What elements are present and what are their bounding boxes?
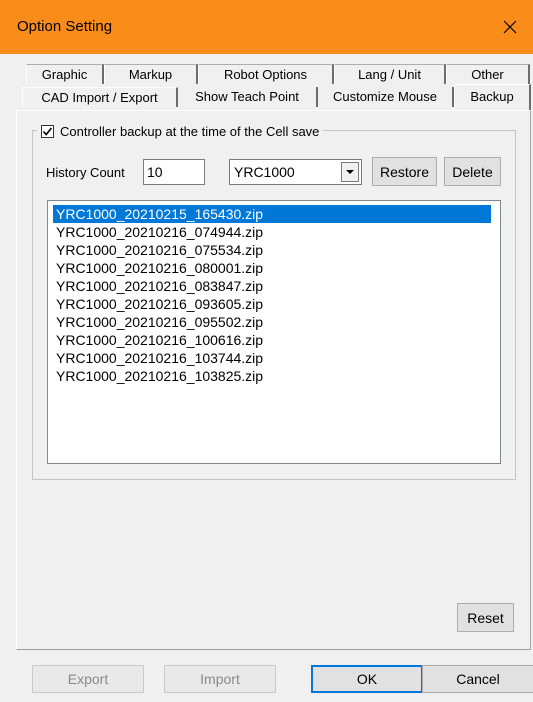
controller-select[interactable]: YRC1000 bbox=[229, 159, 362, 185]
controller-select-value: YRC1000 bbox=[234, 164, 295, 180]
list-item[interactable]: YRC1000_20210216_093605.zip bbox=[53, 295, 491, 313]
tab-markup[interactable]: Markup bbox=[104, 64, 198, 84]
tab-cad-import-export[interactable]: CAD Import / Export bbox=[22, 87, 178, 107]
reset-button[interactable]: Reset bbox=[457, 603, 514, 632]
controller-backup-checkbox-row[interactable]: Controller backup at the time of the Cel… bbox=[37, 122, 324, 140]
list-item[interactable]: YRC1000_20210216_083847.zip bbox=[53, 277, 491, 295]
close-button[interactable] bbox=[487, 0, 533, 54]
restore-button[interactable]: Restore bbox=[372, 157, 437, 186]
title-bar: Option Setting bbox=[0, 0, 533, 54]
close-icon bbox=[503, 20, 517, 34]
tab-customize-mouse[interactable]: Customize Mouse bbox=[318, 87, 454, 107]
checkmark-icon bbox=[42, 126, 53, 136]
ok-button[interactable]: OK bbox=[311, 665, 423, 693]
tab-other[interactable]: Other bbox=[446, 64, 530, 84]
tab-lang-unit[interactable]: Lang / Unit bbox=[334, 64, 446, 84]
list-item[interactable]: YRC1000_20210216_075534.zip bbox=[53, 241, 491, 259]
controller-backup-checkbox[interactable] bbox=[41, 124, 54, 138]
list-item[interactable]: YRC1000_20210215_165430.zip bbox=[53, 205, 491, 223]
tab-backup[interactable]: Backup bbox=[454, 84, 531, 110]
chevron-down-icon bbox=[346, 170, 354, 174]
window-title: Option Setting bbox=[17, 18, 113, 35]
list-item[interactable]: YRC1000_20210216_080001.zip bbox=[53, 259, 491, 277]
history-count-label: History Count bbox=[46, 165, 125, 180]
cancel-button[interactable]: Cancel bbox=[422, 665, 533, 693]
delete-button[interactable]: Delete bbox=[444, 157, 501, 186]
controller-backup-label: Controller backup at the time of the Cel… bbox=[60, 123, 320, 139]
list-item[interactable]: YRC1000_20210216_103825.zip bbox=[53, 367, 491, 385]
list-item[interactable]: YRC1000_20210216_095502.zip bbox=[53, 313, 491, 331]
backup-file-list[interactable]: YRC1000_20210215_165430.zip YRC1000_20210… bbox=[47, 200, 501, 464]
tab-show-teach-point[interactable]: Show Teach Point bbox=[178, 87, 318, 107]
export-button[interactable]: Export bbox=[32, 665, 144, 693]
list-item[interactable]: YRC1000_20210216_100616.zip bbox=[53, 331, 491, 349]
list-item[interactable]: YRC1000_20210216_074944.zip bbox=[53, 223, 491, 241]
tab-robot-options[interactable]: Robot Options bbox=[198, 64, 334, 84]
history-count-input[interactable]: 10 bbox=[143, 159, 205, 185]
tab-graphic[interactable]: Graphic bbox=[26, 64, 104, 84]
import-button[interactable]: Import bbox=[164, 665, 276, 693]
controller-select-dropdown[interactable] bbox=[341, 162, 359, 182]
list-item[interactable]: YRC1000_20210216_103744.zip bbox=[53, 349, 491, 367]
